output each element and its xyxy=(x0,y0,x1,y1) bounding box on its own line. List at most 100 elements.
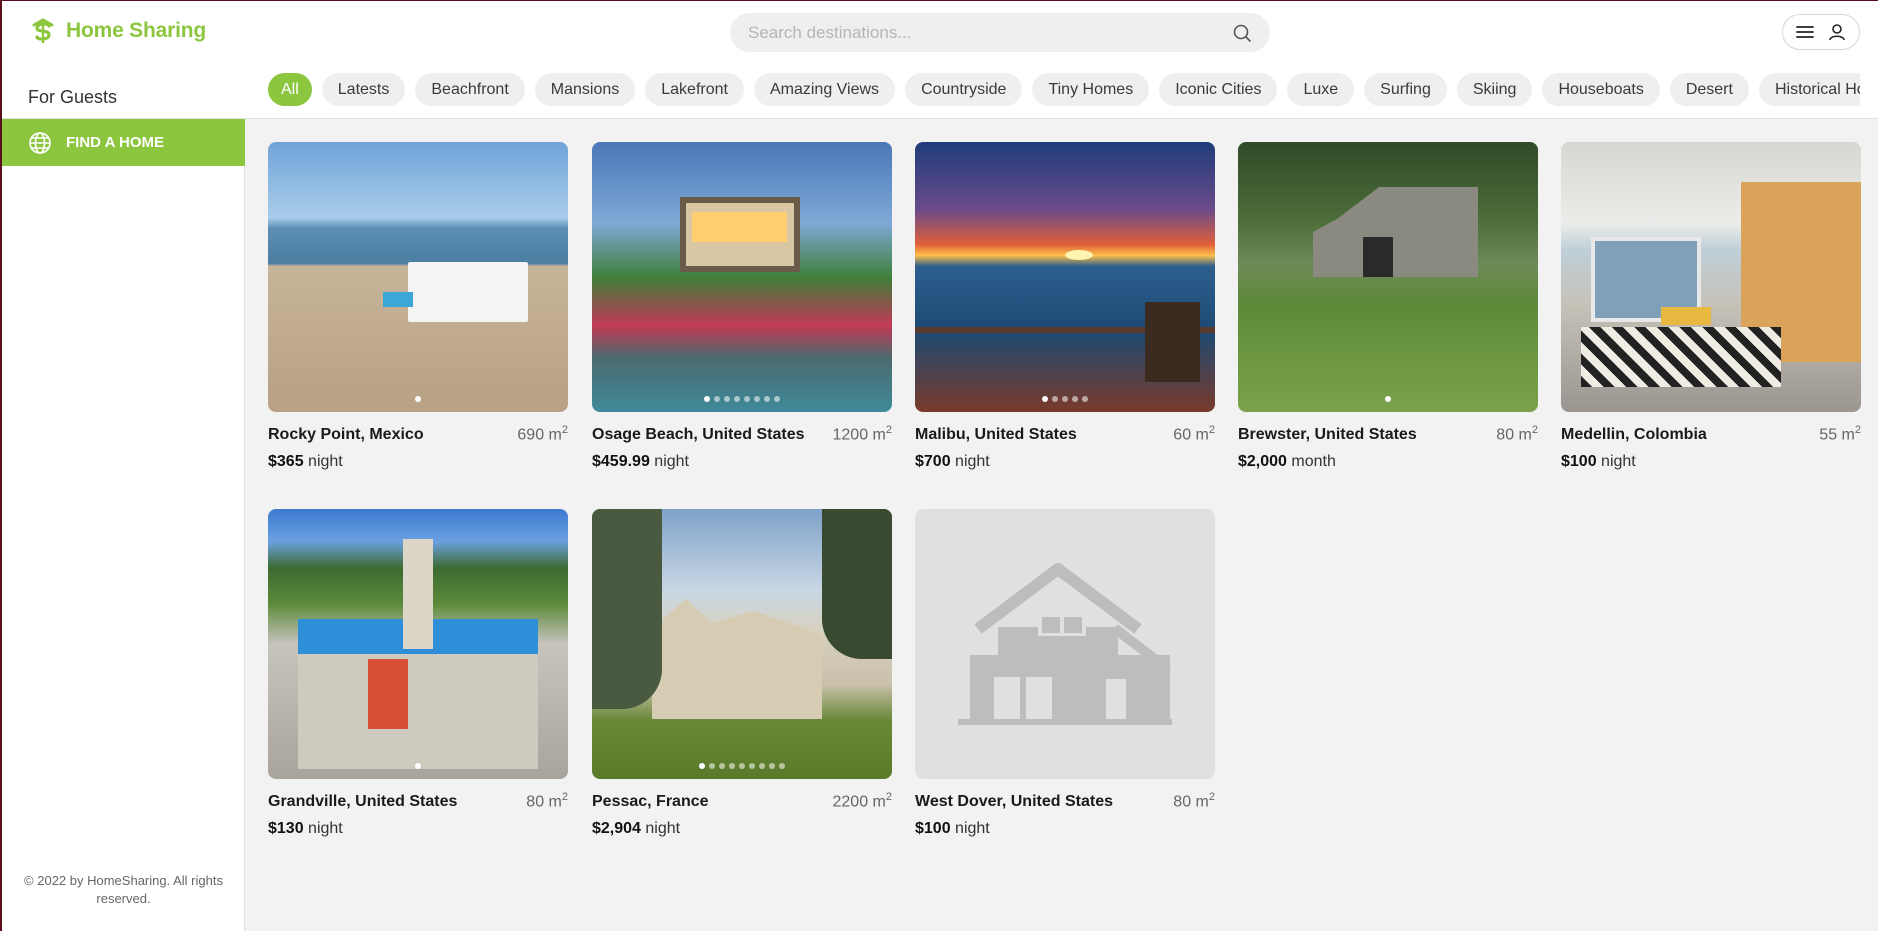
search-icon[interactable] xyxy=(1232,23,1252,43)
carousel-dot[interactable] xyxy=(729,763,735,769)
carousel-dots[interactable] xyxy=(268,763,568,769)
carousel-dot[interactable] xyxy=(1082,396,1088,402)
listing-price: $700 night xyxy=(915,453,990,471)
category-chip-historical-homes[interactable]: Historical Homes xyxy=(1758,73,1860,106)
house-placeholder-icon xyxy=(958,563,1172,725)
globe-icon xyxy=(29,131,51,154)
carousel-dot[interactable] xyxy=(749,763,755,769)
carousel-dot[interactable] xyxy=(779,763,785,769)
listing-photo[interactable] xyxy=(592,509,892,779)
carousel-dot[interactable] xyxy=(1385,396,1391,402)
search-input[interactable] xyxy=(748,22,1232,43)
carousel-dot[interactable] xyxy=(1052,396,1058,402)
carousel-dots[interactable] xyxy=(268,396,568,402)
listing-area: 690 m2 xyxy=(517,424,568,444)
listing-photo[interactable] xyxy=(268,509,568,779)
listing-area: 2200 m2 xyxy=(832,791,893,811)
listing-card[interactable]: Medellin, Colombia 55 m2 $100 night xyxy=(1561,142,1861,471)
listing-price: $100 night xyxy=(1561,453,1636,471)
listing-price: $130 night xyxy=(268,820,343,838)
listing-card[interactable]: Rocky Point, Mexico 690 m2 $365 night xyxy=(268,142,568,471)
carousel-dot[interactable] xyxy=(415,396,421,402)
carousel-dots[interactable] xyxy=(915,396,1215,402)
search-bar[interactable] xyxy=(730,13,1270,52)
carousel-dot[interactable] xyxy=(734,396,740,402)
listing-area: 80 m2 xyxy=(1496,424,1538,444)
carousel-dot[interactable] xyxy=(754,396,760,402)
hamburger-menu-icon xyxy=(1796,26,1814,38)
listing-location: Grandville, United States xyxy=(268,793,458,811)
listing-area: 1200 m2 xyxy=(832,424,893,444)
listing-photo-placeholder[interactable] xyxy=(915,509,1215,779)
sidebar-section-title: For Guests xyxy=(28,87,118,107)
carousel-dot[interactable] xyxy=(719,763,725,769)
listing-area: 55 m2 xyxy=(1819,424,1861,444)
carousel-dot[interactable] xyxy=(744,396,750,402)
listing-photo[interactable] xyxy=(1561,142,1861,412)
listing-photo[interactable] xyxy=(1238,142,1538,412)
category-chip-desert[interactable]: Desert xyxy=(1669,73,1749,106)
carousel-dot[interactable] xyxy=(714,396,720,402)
carousel-dot[interactable] xyxy=(1042,396,1048,402)
category-chip-countryside[interactable]: Countryside xyxy=(905,73,1023,106)
carousel-dot[interactable] xyxy=(739,763,745,769)
listing-card[interactable]: Grandville, United States 80 m2 $130 nig… xyxy=(268,509,568,838)
category-chip-amazing-views[interactable]: Amazing Views xyxy=(753,73,896,106)
category-chip-surfing[interactable]: Surfing xyxy=(1364,73,1447,106)
carousel-dot[interactable] xyxy=(699,763,705,769)
category-filter-bar: All Latests Beachfront Mansions Lakefron… xyxy=(268,73,1860,107)
carousel-dot[interactable] xyxy=(415,763,421,769)
listing-area: 80 m2 xyxy=(526,791,568,811)
category-chip-skiing[interactable]: Skiing xyxy=(1456,73,1533,106)
carousel-dot[interactable] xyxy=(769,763,775,769)
category-chip-lakefront[interactable]: Lakefront xyxy=(645,73,744,106)
listing-area: 80 m2 xyxy=(1173,791,1215,811)
carousel-dot[interactable] xyxy=(1062,396,1068,402)
category-chip-all[interactable]: All xyxy=(268,73,312,106)
category-chip-latests[interactable]: Latests xyxy=(321,73,406,106)
copyright-text: © 2022 by HomeSharing. All rights reserv… xyxy=(24,873,223,906)
brand-logo[interactable]: Home Sharing xyxy=(28,16,206,46)
user-menu-button[interactable] xyxy=(1782,14,1860,50)
carousel-dots[interactable] xyxy=(1238,396,1538,402)
listing-location: Medellin, Colombia xyxy=(1561,426,1707,444)
listing-location: Pessac, France xyxy=(592,793,709,811)
category-chip-houseboats[interactable]: Houseboats xyxy=(1542,73,1660,106)
carousel-dot[interactable] xyxy=(704,396,710,402)
sidebar-item-label: FIND A HOME xyxy=(66,134,165,151)
listing-price: $365 night xyxy=(268,453,343,471)
listing-card[interactable]: Malibu, United States 60 m2 $700 night xyxy=(915,142,1215,471)
listing-location: Rocky Point, Mexico xyxy=(268,426,424,444)
listing-location: Malibu, United States xyxy=(915,426,1077,444)
carousel-dot[interactable] xyxy=(1072,396,1078,402)
category-chip-tiny-homes[interactable]: Tiny Homes xyxy=(1032,73,1150,106)
sidebar-item-find-a-home[interactable]: FIND A HOME xyxy=(2,119,245,166)
category-chip-beachfront[interactable]: Beachfront xyxy=(415,73,525,106)
listing-photo[interactable] xyxy=(592,142,892,412)
carousel-dot[interactable] xyxy=(724,396,730,402)
listing-card[interactable]: Pessac, France 2200 m2 $2,904 night xyxy=(592,509,892,838)
logo-icon xyxy=(32,18,54,43)
listing-card[interactable]: Brewster, United States 80 m2 $2,000 mon… xyxy=(1238,142,1538,471)
listing-price: $2,904 night xyxy=(592,820,681,838)
category-chip-mansions[interactable]: Mansions xyxy=(534,73,636,106)
category-chip-iconic-cities[interactable]: Iconic Cities xyxy=(1159,73,1278,106)
carousel-dots[interactable] xyxy=(592,396,892,402)
listing-card[interactable]: Osage Beach, United States 1200 m2 $459.… xyxy=(592,142,892,471)
listing-location: Brewster, United States xyxy=(1238,426,1417,444)
carousel-dot[interactable] xyxy=(764,396,770,402)
category-chip-luxe[interactable]: Luxe xyxy=(1287,73,1355,106)
listing-price: $100 night xyxy=(915,820,990,838)
listing-location: West Dover, United States xyxy=(915,793,1113,811)
listing-photo[interactable] xyxy=(915,142,1215,412)
carousel-dots[interactable] xyxy=(592,763,892,769)
brand-name: Home Sharing xyxy=(66,19,206,42)
listing-photo[interactable] xyxy=(268,142,568,412)
user-icon xyxy=(1829,24,1845,41)
listing-area: 60 m2 xyxy=(1173,424,1215,444)
carousel-dot[interactable] xyxy=(759,763,765,769)
sidebar xyxy=(2,119,245,931)
carousel-dot[interactable] xyxy=(709,763,715,769)
listing-card[interactable]: West Dover, United States 80 m2 $100 nig… xyxy=(915,509,1215,838)
carousel-dot[interactable] xyxy=(774,396,780,402)
